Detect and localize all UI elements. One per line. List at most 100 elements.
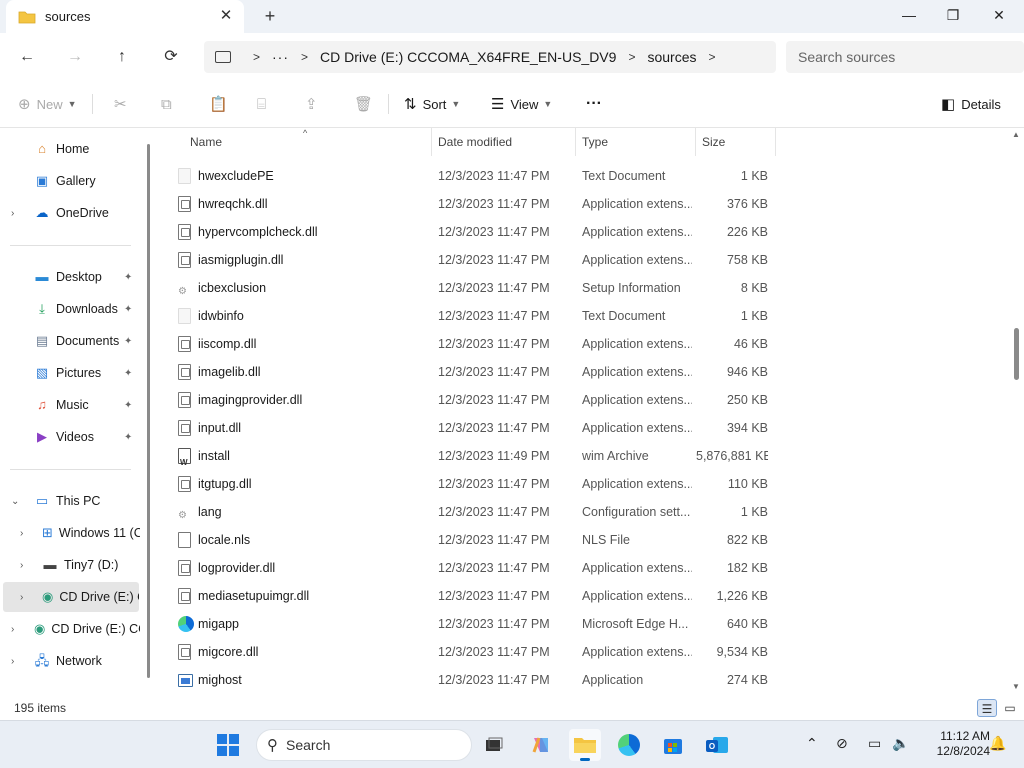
file-row[interactable]: itgtupg.dll 12/3/2023 11:47 PM Application… <box>156 470 776 498</box>
pin-icon[interactable]: ✦ <box>124 336 132 347</box>
refresh-button[interactable]: ⟳ <box>159 45 183 69</box>
pin-icon[interactable]: ✦ <box>124 400 132 411</box>
file-row[interactable]: migapp 12/3/2023 11:47 PM Microsoft Edge H… <box>156 610 776 638</box>
column-header-size[interactable]: Size <box>702 128 725 156</box>
notification-bell-icon[interactable]: 🔔 <box>989 735 1006 752</box>
expand-chevron-icon[interactable]: › <box>20 528 23 539</box>
back-button[interactable]: ← <box>15 45 39 69</box>
file-row[interactable]: locale.nls 12/3/2023 11:47 PM NLS File 822 … <box>156 526 776 554</box>
sidebar-item-documents[interactable]: ▤ Documents ✦ <box>0 326 140 356</box>
chevron-up-icon[interactable]: ⌃ <box>806 735 818 752</box>
column-divider[interactable] <box>695 128 696 156</box>
column-divider[interactable] <box>775 128 776 156</box>
file-row[interactable]: icbexclusion 12/3/2023 11:47 PM Setup Info… <box>156 274 776 302</box>
taskbar-search[interactable]: ⚲ Search <box>256 729 472 761</box>
sidebar-item-pictures[interactable]: ▧ Pictures ✦ <box>0 358 140 388</box>
sidebar-item-home[interactable]: ⌂ Home <box>0 134 140 164</box>
file-row[interactable]: logprovider.dll 12/3/2023 11:47 PM Applica… <box>156 554 776 582</box>
expand-chevron-icon[interactable]: › <box>20 560 23 571</box>
outlook-icon[interactable]: O <box>701 729 733 761</box>
cut-button[interactable]: ✂ <box>114 92 133 116</box>
column-divider[interactable] <box>575 128 576 156</box>
rename-button[interactable]: ⌸ <box>257 92 272 116</box>
tiles-view-icon[interactable]: ▭ <box>1000 699 1020 717</box>
maximize-button[interactable]: ❐ <box>930 0 976 30</box>
sidebar-item-desktop[interactable]: ▬ Desktop ✦ <box>0 262 140 292</box>
sidebar-item-gallery[interactable]: ▣ Gallery <box>0 166 140 196</box>
sidebar-item-network[interactable]: › 🖧 Network <box>0 646 140 676</box>
pin-icon[interactable]: ✦ <box>124 432 132 443</box>
file-row[interactable]: imagelib.dll 12/3/2023 11:47 PM Applicatio… <box>156 358 776 386</box>
minimize-button[interactable]: — <box>886 0 932 30</box>
scroll-down-icon[interactable]: ▼ <box>1012 682 1020 691</box>
up-button[interactable]: ↑ <box>110 45 134 69</box>
network-off-icon[interactable]: ⊘ <box>836 735 848 752</box>
volume-icon[interactable]: 🔈 <box>892 735 909 752</box>
expand-chevron-icon[interactable]: › <box>11 656 14 667</box>
column-header-date[interactable]: Date modified <box>438 128 512 156</box>
delete-button[interactable]: 🗑 <box>354 92 379 116</box>
details-view-icon[interactable]: ☰ <box>977 699 997 717</box>
start-icon[interactable] <box>212 729 244 761</box>
display-icon[interactable]: ▭ <box>868 735 881 752</box>
breadcrumb-folder[interactable]: sources <box>647 49 696 65</box>
close-window-button[interactable]: ✕ <box>976 0 1022 30</box>
paste-button[interactable]: 📋 <box>209 92 234 116</box>
store-icon[interactable] <box>657 729 689 761</box>
edge-icon[interactable] <box>613 729 645 761</box>
expand-chevron-icon[interactable]: › <box>11 624 14 635</box>
sidebar-item-windows-drive[interactable]: › ⊞ Windows 11 (C <box>0 518 140 548</box>
scroll-up-icon[interactable]: ▲ <box>1012 130 1020 139</box>
file-row[interactable]: lang 12/3/2023 11:47 PM Configuration sett… <box>156 498 776 526</box>
breadcrumb-separator[interactable]: > <box>628 50 635 64</box>
sidebar-item-downloads[interactable]: ⤓ Downloads ✦ <box>0 294 140 324</box>
sidebar-item-onedrive[interactable]: › ☁ OneDrive <box>0 198 140 228</box>
details-pane-button[interactable]: ◧ Details <box>941 92 1001 116</box>
new-button[interactable]: ⊕ New ▼ <box>18 92 77 116</box>
file-explorer-icon[interactable] <box>569 729 601 761</box>
sidebar-item-this-pc[interactable]: ⌄ ▭ This PC <box>0 486 140 516</box>
vertical-scrollbar[interactable]: ▲ ▼ <box>1009 128 1024 696</box>
address-bar[interactable]: > ··· > CD Drive (E:) CCCOMA_X64FRE_EN-U… <box>204 41 776 73</box>
column-header-type[interactable]: Type <box>582 128 608 156</box>
sidebar-item-tiny7-drive[interactable]: › ▬ Tiny7 (D:) <box>0 550 140 580</box>
breadcrumb-drive[interactable]: CD Drive (E:) CCCOMA_X64FRE_EN-US_DV9 <box>320 49 616 65</box>
file-row[interactable]: install 12/3/2023 11:49 PM wim Archive 5,87… <box>156 442 776 470</box>
sort-button[interactable]: ⇅ Sort ▼ <box>404 92 460 116</box>
collapse-chevron-icon[interactable]: ⌄ <box>11 496 19 507</box>
file-row[interactable]: iiscomp.dll 12/3/2023 11:47 PM Application… <box>156 330 776 358</box>
column-header-name[interactable]: Name <box>190 128 222 156</box>
file-row[interactable]: idwbinfo 12/3/2023 11:47 PM Text Document 1… <box>156 302 776 330</box>
forward-button[interactable]: → <box>63 45 87 69</box>
sidebar-item-cd-drive-root[interactable]: › ◉ CD Drive (E:) CC <box>0 614 140 644</box>
file-row[interactable]: mighost 12/3/2023 11:47 PM Application 274 … <box>156 666 776 694</box>
file-row[interactable]: hypervcomplcheck.dll 12/3/2023 11:47 PM Ap… <box>156 218 776 246</box>
file-row[interactable]: hwreqchk.dll 12/3/2023 11:47 PM Applicatio… <box>156 190 776 218</box>
breadcrumb-more[interactable]: ··· <box>272 49 289 65</box>
breadcrumb-separator[interactable]: > <box>253 50 260 64</box>
sidebar-scrollbar[interactable] <box>147 144 150 678</box>
expand-chevron-icon[interactable]: › <box>20 592 23 603</box>
new-tab-button[interactable]: + <box>260 6 280 26</box>
file-row[interactable]: imagingprovider.dll 12/3/2023 11:47 PM App… <box>156 386 776 414</box>
clock[interactable]: 11:12 AM 12/8/2024 <box>918 729 990 759</box>
sidebar-item-videos[interactable]: ▶ Videos ✦ <box>0 422 140 452</box>
copy-button[interactable]: ⧉ <box>161 92 178 116</box>
view-button[interactable]: ☰ View ▼ <box>491 92 552 116</box>
tab-sources[interactable]: sources ✕ <box>6 0 244 33</box>
pin-icon[interactable]: ✦ <box>124 304 132 315</box>
sidebar-item-cd-drive[interactable]: › ◉ CD Drive (E:) C <box>3 582 139 612</box>
file-row[interactable]: migcore.dll 12/3/2023 11:47 PM Application… <box>156 638 776 666</box>
file-row[interactable]: input.dll 12/3/2023 11:47 PM Application e… <box>156 414 776 442</box>
breadcrumb-separator[interactable]: > <box>708 50 715 64</box>
task-view-icon[interactable] <box>478 729 510 761</box>
sidebar-item-music[interactable]: ♫ Music ✦ <box>0 390 140 420</box>
pin-icon[interactable]: ✦ <box>124 272 132 283</box>
share-button[interactable]: ⇪ <box>305 92 324 116</box>
copilot-icon[interactable] <box>525 729 557 761</box>
close-tab-icon[interactable]: ✕ <box>218 8 234 24</box>
file-row[interactable]: hwexcludePE 12/3/2023 11:47 PM Text Docume… <box>156 162 776 190</box>
pin-icon[interactable]: ✦ <box>124 368 132 379</box>
more-options-button[interactable]: ··· <box>586 92 602 116</box>
breadcrumb-separator[interactable]: > <box>301 50 308 64</box>
